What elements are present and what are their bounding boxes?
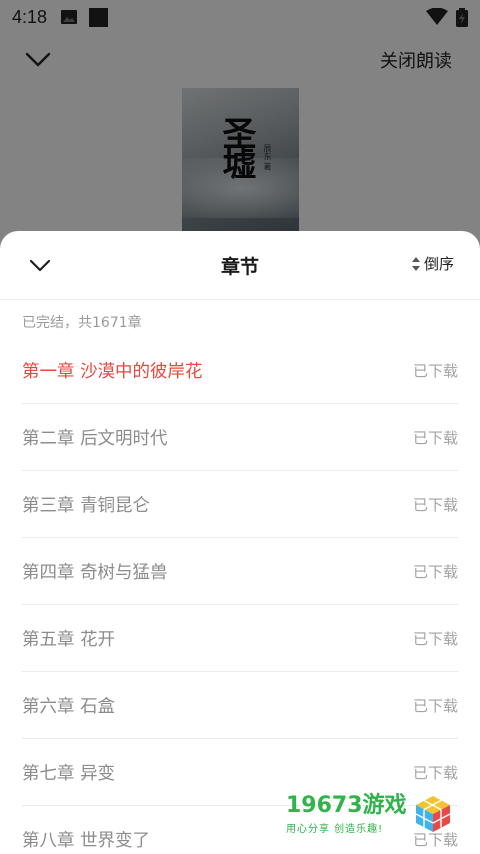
watermark: 19673游戏 用心分享 创造乐趣! — [286, 790, 464, 838]
chapter-title: 第三章 青铜昆仑 — [22, 495, 151, 516]
chapter-title: 第六章 石盒 — [22, 696, 116, 717]
chevron-down-icon — [29, 259, 51, 271]
chapter-title: 第二章 后文明时代 — [22, 428, 168, 449]
download-status: 已下载 — [412, 361, 458, 380]
chapter-list: 第一章 沙漠中的彼岸花 已下载 第二章 后文明时代 已下载 第三章 青铜昆仑 已下载 第四章… — [0, 337, 480, 854]
chapter-row[interactable]: 第一章 沙漠中的彼岸花 已下载 — [22, 337, 458, 404]
sheet-title: 章节 — [220, 255, 259, 278]
sort-order-button[interactable]: 倒序 — [411, 253, 454, 274]
watermark-slogan: 用心分享 创造乐趣! — [286, 823, 384, 835]
download-status: 已下载 — [412, 495, 458, 514]
chapter-row[interactable]: 第四章 奇树与猛兽 已下载 — [22, 538, 458, 605]
download-status: 已下载 — [412, 562, 458, 581]
chapter-row[interactable]: 第二章 后文明时代 已下载 — [22, 404, 458, 471]
chapter-title: 第一章 沙漠中的彼岸花 — [22, 361, 203, 382]
sheet-header: 章节 倒序 — [0, 231, 480, 300]
chapter-row[interactable]: 第六章 石盒 已下载 — [22, 672, 458, 739]
download-status: 已下载 — [412, 629, 458, 648]
chapter-row[interactable]: 第五章 花开 已下载 — [22, 605, 458, 672]
download-status: 已下载 — [412, 696, 458, 715]
sort-icon — [411, 256, 420, 271]
download-status: 已下载 — [412, 428, 458, 447]
chapter-row[interactable]: 第三章 青铜昆仑 已下载 — [22, 471, 458, 538]
watermark-cube-logo — [415, 796, 450, 832]
chapter-title: 第七章 异变 — [22, 763, 116, 784]
sort-label: 倒序 — [423, 255, 454, 273]
chapter-sheet: 章节 倒序 已完结，共1671章 第一章 沙漠中的彼岸花 已下载 第二章 后文明时代… — [0, 231, 480, 854]
watermark-brand: 19673游戏 — [286, 792, 407, 818]
chapter-title: 第五章 花开 — [22, 629, 116, 650]
chapter-title: 第八章 世界变了 — [22, 830, 151, 851]
chapter-title: 第四章 奇树与猛兽 — [22, 562, 168, 583]
download-status: 已下载 — [412, 763, 458, 782]
close-sheet-button[interactable] — [22, 247, 58, 283]
chapter-summary: 已完结，共1671章 — [22, 315, 142, 331]
